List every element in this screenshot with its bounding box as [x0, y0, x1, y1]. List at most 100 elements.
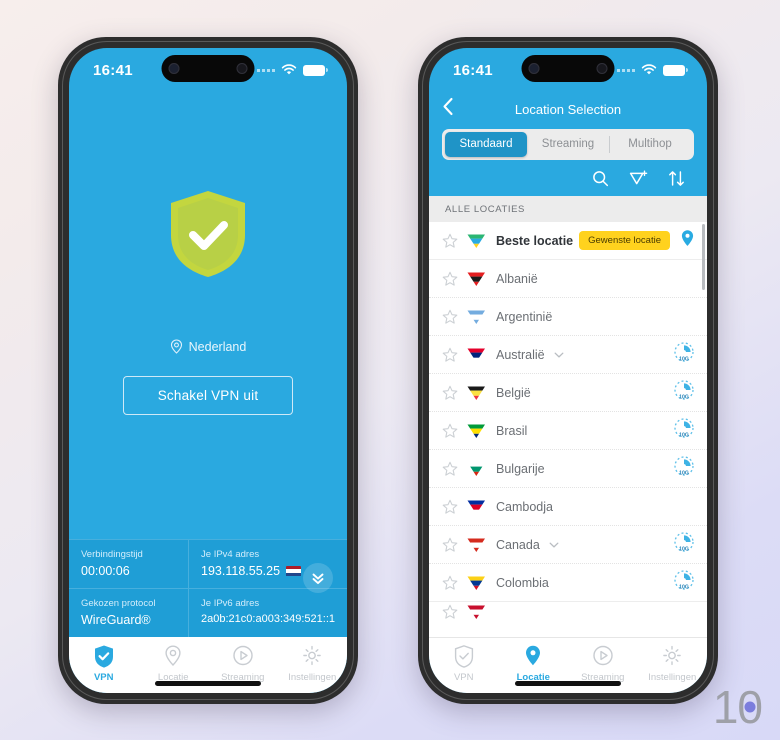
location-row[interactable]: Bulgarije 10G [429, 450, 707, 488]
location-row[interactable]: Canada 10G [429, 526, 707, 564]
info-key: Je IPv4 adres [201, 549, 260, 560]
tab-label: VPN [453, 672, 474, 683]
info-value: 2a0b:21c0:a003:349:521::1 [201, 613, 335, 625]
bulgaria-flag-icon [467, 461, 486, 477]
f2 [467, 310, 485, 324]
tab-vpn[interactable]: VPN [429, 644, 499, 683]
location-name: Albanië [496, 271, 538, 286]
current-location-label: Nederland [188, 339, 247, 354]
camera-lens-icon [528, 63, 540, 74]
signal-dots-icon [257, 68, 275, 72]
f5 [467, 424, 485, 438]
sort-arrows-icon [669, 171, 684, 186]
location-name: Canada [496, 537, 540, 552]
status-time: 16:41 [453, 61, 493, 79]
favorite-star-icon[interactable] [442, 233, 458, 249]
svg-text:10G: 10G [679, 356, 689, 362]
favorite-star-icon[interactable] [442, 537, 458, 553]
expand-details-button[interactable] [303, 563, 333, 593]
tab-instellingen[interactable]: Instellingen [638, 644, 708, 683]
play-circle-icon [233, 645, 253, 665]
tab-locatie[interactable]: Locatie [139, 644, 209, 683]
tab-vpn[interactable]: VPN [69, 644, 139, 683]
info-cell: Gekozen protocol WireGuard® [69, 588, 190, 637]
location-pin-icon [165, 644, 181, 666]
tab-multihop[interactable]: Multihop [609, 132, 691, 157]
info-value: 00:00:06 [81, 564, 130, 578]
f6 [467, 462, 485, 476]
location-name: Brasil [496, 423, 528, 438]
location-row[interactable]: Colombia 10G [429, 564, 707, 602]
colombia-flag-icon [467, 575, 486, 591]
list-scrollbar[interactable] [702, 224, 705, 290]
status-bar-left: 16:41 [69, 48, 347, 92]
favorite-star-icon[interactable] [442, 309, 458, 325]
speed-gauge-icon[interactable]: 10G [673, 417, 695, 444]
f3 [467, 348, 485, 362]
home-indicator [515, 681, 621, 686]
row-actions: 10G [673, 531, 695, 558]
speed-gauge-icon[interactable]: 10G [673, 531, 695, 558]
location-row[interactable]: Brasil 10G [429, 412, 707, 450]
favorite-star-icon[interactable] [442, 385, 458, 401]
location-row[interactable]: Beste locatie Gewenste locatie [429, 222, 707, 260]
location-row[interactable]: Australië 10G [429, 336, 707, 374]
vpn-status-area: Nederland Schakel VPN uit [69, 92, 347, 539]
favorite-star-icon[interactable] [442, 499, 458, 515]
back-button[interactable] [442, 97, 454, 121]
info-value: WireGuard® [81, 613, 151, 627]
favorite-star-icon[interactable] [442, 347, 458, 363]
tab-locatie[interactable]: Locatie [499, 644, 569, 683]
tab-streaming[interactable]: Streaming [568, 644, 638, 683]
current-location: Nederland [170, 339, 247, 354]
f9 [467, 576, 485, 590]
search-button[interactable] [592, 170, 609, 187]
location-row[interactable]: Argentinië [429, 298, 707, 336]
speed-gauge-icon[interactable]: 10G [673, 341, 695, 368]
segmented-control: Standaard Streaming Multihop [442, 129, 694, 160]
denmark-flag-icon [467, 604, 486, 620]
status-badge: Gewenste locatie [579, 231, 670, 250]
speed-gauge-icon[interactable]: 10G [673, 455, 695, 482]
location-row[interactable]: Cambodja [429, 488, 707, 526]
location-name: Cambodja [496, 499, 553, 514]
nl-flag-icon [286, 565, 302, 577]
speed-gauge-icon[interactable]: 10G [673, 569, 695, 596]
speed-gauge-icon[interactable]: 10G [673, 379, 695, 406]
favorite-star-icon[interactable] [442, 604, 458, 620]
favorite-star-icon[interactable] [442, 423, 458, 439]
dynamic-island [161, 55, 255, 82]
shield-check-icon [94, 645, 113, 668]
canada-flag-icon [467, 537, 486, 553]
screen-vpn: 16:41 Nederland Schakel VPN uit Verbindi… [69, 48, 347, 693]
location-pin-icon [526, 645, 541, 666]
location-pin-icon[interactable] [680, 229, 695, 253]
favorite-star-icon[interactable] [442, 271, 458, 287]
add-flag-button[interactable] [629, 170, 648, 187]
info-cell: Je IPv6 adres 2a0b:21c0:a003:349:521::1 [189, 588, 347, 637]
location-list[interactable]: ALLE LOCATIES Beste locatie Gewenste loca… [429, 196, 707, 637]
location-pin-icon [170, 339, 182, 354]
sort-button[interactable] [668, 170, 685, 187]
shield-check-icon [166, 188, 250, 285]
tab-streaming[interactable]: Streaming [208, 644, 278, 683]
tab-streaming[interactable]: Streaming [527, 132, 609, 157]
svg-text:10G: 10G [679, 546, 689, 552]
location-row[interactable]: Albanië [429, 260, 707, 298]
chevron-down-icon[interactable] [553, 349, 565, 361]
location-name: België [496, 385, 531, 400]
location-row-partial[interactable] [429, 602, 707, 622]
chevron-down-icon[interactable] [548, 539, 560, 551]
location-name: Argentinië [496, 309, 553, 324]
favorite-star-icon[interactable] [442, 461, 458, 477]
location-row[interactable]: België 10G [429, 374, 707, 412]
argentina-flag-icon [467, 309, 486, 325]
location-header: Location Selection Standaard Streaming M… [429, 92, 707, 196]
toggle-vpn-button[interactable]: Schakel VPN uit [123, 376, 293, 415]
double-chevron-down-icon [312, 573, 324, 585]
tab-instellingen[interactable]: Instellingen [278, 644, 348, 683]
row-actions: Gewenste locatie [579, 229, 695, 253]
tab-standaard[interactable]: Standaard [445, 132, 527, 157]
favorite-star-icon[interactable] [442, 575, 458, 591]
shield-check-icon [454, 645, 473, 668]
